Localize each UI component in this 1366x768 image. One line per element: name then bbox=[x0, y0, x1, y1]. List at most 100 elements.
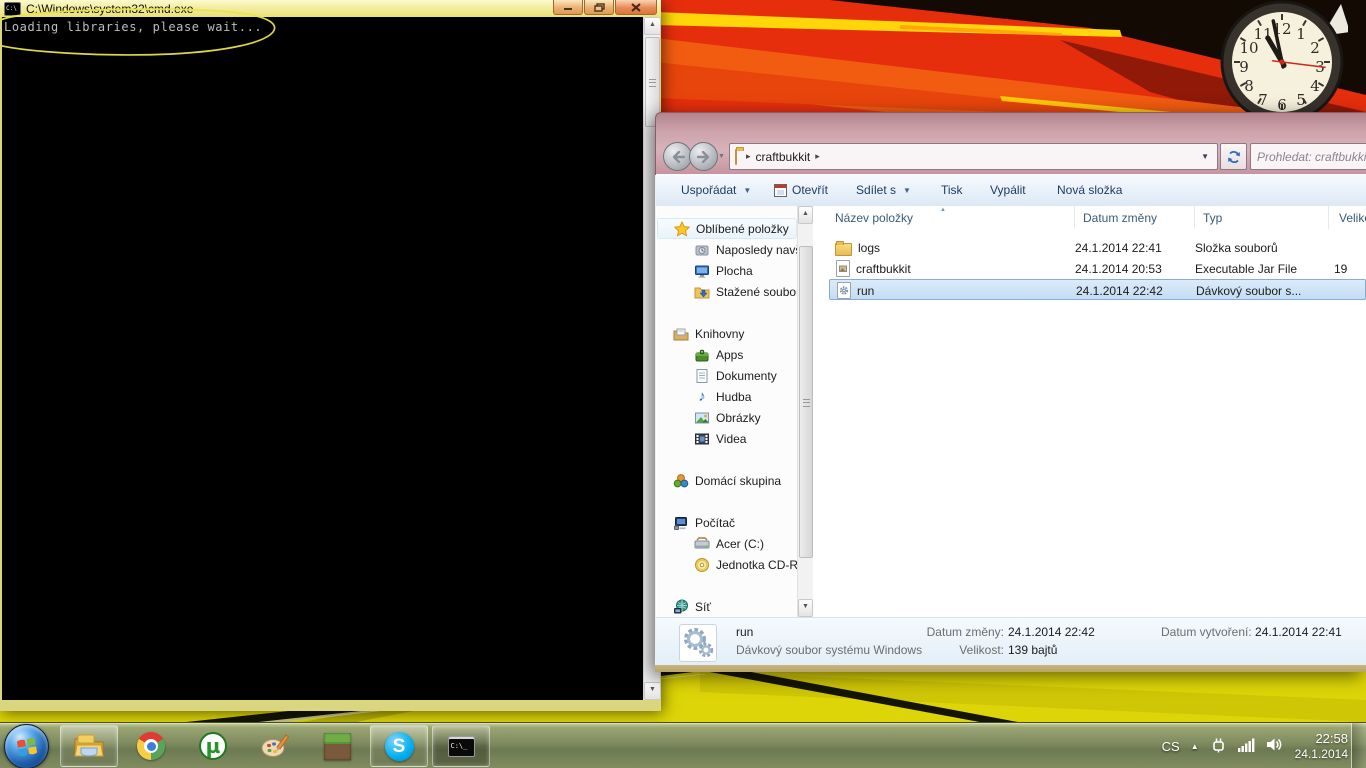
column-header-type[interactable]: Typ bbox=[1195, 206, 1329, 229]
apps-icon bbox=[694, 347, 710, 363]
file-row-run-selected[interactable]: run 24.1.2014 22:42 Dávkový soubor s... bbox=[829, 279, 1366, 300]
console-output: Loading libraries, please wait... bbox=[2, 17, 645, 35]
open-button[interactable]: Otevřít bbox=[774, 174, 828, 206]
svg-text:9: 9 bbox=[1239, 58, 1249, 76]
sidebar-scrollbar[interactable]: ▲ ▼ bbox=[797, 206, 813, 617]
forward-button[interactable] bbox=[689, 142, 718, 171]
clock-gadget[interactable]: 12 1 2 3 4 5 6 7 8 9 10 11 bbox=[1216, 0, 1348, 128]
sidebar-item-music[interactable]: ♪ Hudba bbox=[657, 386, 797, 407]
scroll-down-icon[interactable]: ▼ bbox=[644, 682, 661, 700]
taskbar-cmd-button[interactable]: C:\_ bbox=[432, 725, 490, 767]
explorer-bottom-border bbox=[655, 665, 1366, 672]
search-box bbox=[1250, 143, 1366, 170]
details-file-type: Dávkový soubor systému Windows bbox=[736, 643, 922, 657]
sidebar-item-computer[interactable]: Počítač bbox=[657, 512, 797, 533]
network-signal-icon[interactable] bbox=[1238, 738, 1255, 755]
sidebar-item-libraries[interactable]: Knihovny bbox=[657, 323, 797, 344]
pictures-icon bbox=[694, 410, 710, 426]
cmd-icon: C:\_ bbox=[448, 736, 475, 757]
file-row-craftbukkit[interactable]: craftbukkit 24.1.2014 20:53 Executable J… bbox=[829, 258, 1366, 279]
windows-logo-icon bbox=[16, 736, 38, 758]
print-button[interactable]: Tisk bbox=[941, 174, 963, 206]
volume-icon[interactable] bbox=[1266, 737, 1284, 755]
cmd-icon: C:\ bbox=[4, 2, 21, 16]
burn-button[interactable]: Vypálit bbox=[990, 174, 1026, 206]
cdrom-icon bbox=[694, 557, 710, 573]
breadcrumb-segment-craftbukkit[interactable]: craftbukkit bbox=[756, 150, 811, 164]
details-file-name: run bbox=[736, 625, 753, 639]
sidebar-item-videos[interactable]: Videa bbox=[657, 428, 797, 449]
search-input[interactable] bbox=[1251, 144, 1366, 169]
column-header-size[interactable]: Velikost bbox=[1329, 206, 1366, 229]
sidebar-item-cdrom[interactable]: Jednotka CD-ROM bbox=[657, 554, 797, 575]
drive-icon bbox=[694, 536, 710, 552]
tray-clock[interactable]: 22:58 24.1.2014 bbox=[1295, 731, 1348, 762]
back-button[interactable] bbox=[663, 142, 692, 171]
music-icon: ♪ bbox=[694, 389, 710, 405]
svg-text:5: 5 bbox=[1296, 91, 1306, 109]
taskbar-explorer-button[interactable] bbox=[60, 725, 118, 767]
sidebar-item-drive-c[interactable]: Acer (C:) bbox=[657, 533, 797, 554]
sidebar-item-apps[interactable]: Apps bbox=[657, 344, 797, 365]
column-header-name[interactable]: Název položky bbox=[813, 206, 1075, 229]
computer-icon bbox=[673, 515, 689, 531]
svg-text:1: 1 bbox=[1296, 25, 1306, 43]
scroll-up-icon[interactable]: ▲ bbox=[798, 206, 813, 224]
power-plug-icon[interactable] bbox=[1210, 736, 1227, 756]
taskbar-skype-button[interactable]: S bbox=[370, 725, 428, 767]
tray-time: 22:58 bbox=[1315, 731, 1348, 746]
sidebar-item-downloads[interactable]: Stažené soubory bbox=[657, 281, 797, 302]
hidden-icons-chevron-icon[interactable]: ▲ bbox=[1191, 742, 1199, 751]
show-desktop-button[interactable] bbox=[1351, 723, 1366, 768]
folder-icon bbox=[735, 150, 737, 164]
folder-icon bbox=[835, 243, 852, 256]
star-icon bbox=[674, 221, 690, 237]
breadcrumb-arrow-icon[interactable]: ▸ bbox=[741, 151, 756, 162]
sidebar-item-pictures[interactable]: Obrázky bbox=[657, 407, 797, 428]
organize-button[interactable]: Uspořádat▼ bbox=[681, 174, 751, 206]
restore-button[interactable] bbox=[584, 0, 614, 15]
sidebar-scrollbar-thumb[interactable] bbox=[799, 246, 813, 558]
scroll-up-icon[interactable]: ▲ bbox=[644, 17, 661, 35]
jar-file-icon bbox=[836, 260, 850, 277]
sidebar-item-homegroup[interactable]: Domácí skupina bbox=[657, 470, 797, 491]
documents-icon bbox=[694, 368, 710, 384]
details-modified: Datum změny:24.1.2014 22:42 bbox=[896, 625, 1196, 639]
refresh-button[interactable] bbox=[1220, 143, 1247, 170]
sidebar-item-desktop[interactable]: Plocha bbox=[657, 260, 797, 281]
sidebar-item-network[interactable]: Síť bbox=[657, 596, 797, 617]
cmd-window: C:\ C:\Windows\system32\cmd.exe Loading … bbox=[0, 0, 661, 711]
taskbar-utorrent-button[interactable]: µ bbox=[184, 725, 242, 767]
taskbar-minecraft-button[interactable] bbox=[308, 725, 366, 767]
new-folder-button[interactable]: Nová složka bbox=[1057, 174, 1122, 206]
taskbar-chrome-button[interactable] bbox=[122, 725, 180, 767]
details-pane: run Dávkový soubor systému Windows Datum… bbox=[656, 617, 1366, 666]
language-indicator[interactable]: CS bbox=[1162, 739, 1180, 754]
details-size: Velikost:139 bajtů bbox=[896, 643, 1196, 657]
sidebar-item-favorites[interactable]: Oblíbené položky bbox=[657, 218, 797, 239]
batch-file-icon bbox=[837, 282, 851, 299]
sidebar-item-recent[interactable]: Naposledy navštívené bbox=[657, 239, 797, 260]
address-bar[interactable]: ▸ craftbukkit ▸ ▼ bbox=[729, 143, 1218, 170]
address-dropdown-icon[interactable]: ▼ bbox=[1201, 152, 1217, 161]
close-button[interactable] bbox=[615, 0, 657, 15]
minimize-button[interactable] bbox=[553, 0, 583, 15]
history-dropdown-icon[interactable]: ▼ bbox=[718, 153, 725, 160]
explorer-titlebar[interactable]: ▼ ▸ craftbukkit ▸ ▼ bbox=[655, 112, 1366, 175]
sidebar-item-documents[interactable]: Dokumenty bbox=[657, 365, 797, 386]
taskbar-paint-button[interactable] bbox=[246, 725, 304, 767]
column-header-modified[interactable]: Datum změny bbox=[1075, 206, 1195, 229]
navigation-pane: Oblíbené položky Naposledy navštívené Pl… bbox=[657, 206, 797, 617]
breadcrumb-arrow-icon[interactable]: ▸ bbox=[810, 151, 825, 162]
tray-date: 24.1.2014 bbox=[1295, 747, 1348, 761]
cmd-console[interactable]: Loading libraries, please wait... bbox=[2, 17, 645, 700]
scroll-down-icon[interactable]: ▼ bbox=[798, 599, 813, 617]
batch-file-large-icon bbox=[679, 624, 717, 662]
start-button[interactable] bbox=[4, 724, 49, 768]
utorrent-icon: µ bbox=[199, 732, 227, 760]
file-row-logs[interactable]: logs 24.1.2014 22:41 Složka souborů bbox=[829, 237, 1366, 258]
minecraft-icon bbox=[324, 733, 351, 760]
svg-text:2: 2 bbox=[1310, 39, 1320, 57]
share-button[interactable]: Sdílet s▼ bbox=[856, 174, 911, 206]
libraries-icon bbox=[673, 326, 689, 342]
